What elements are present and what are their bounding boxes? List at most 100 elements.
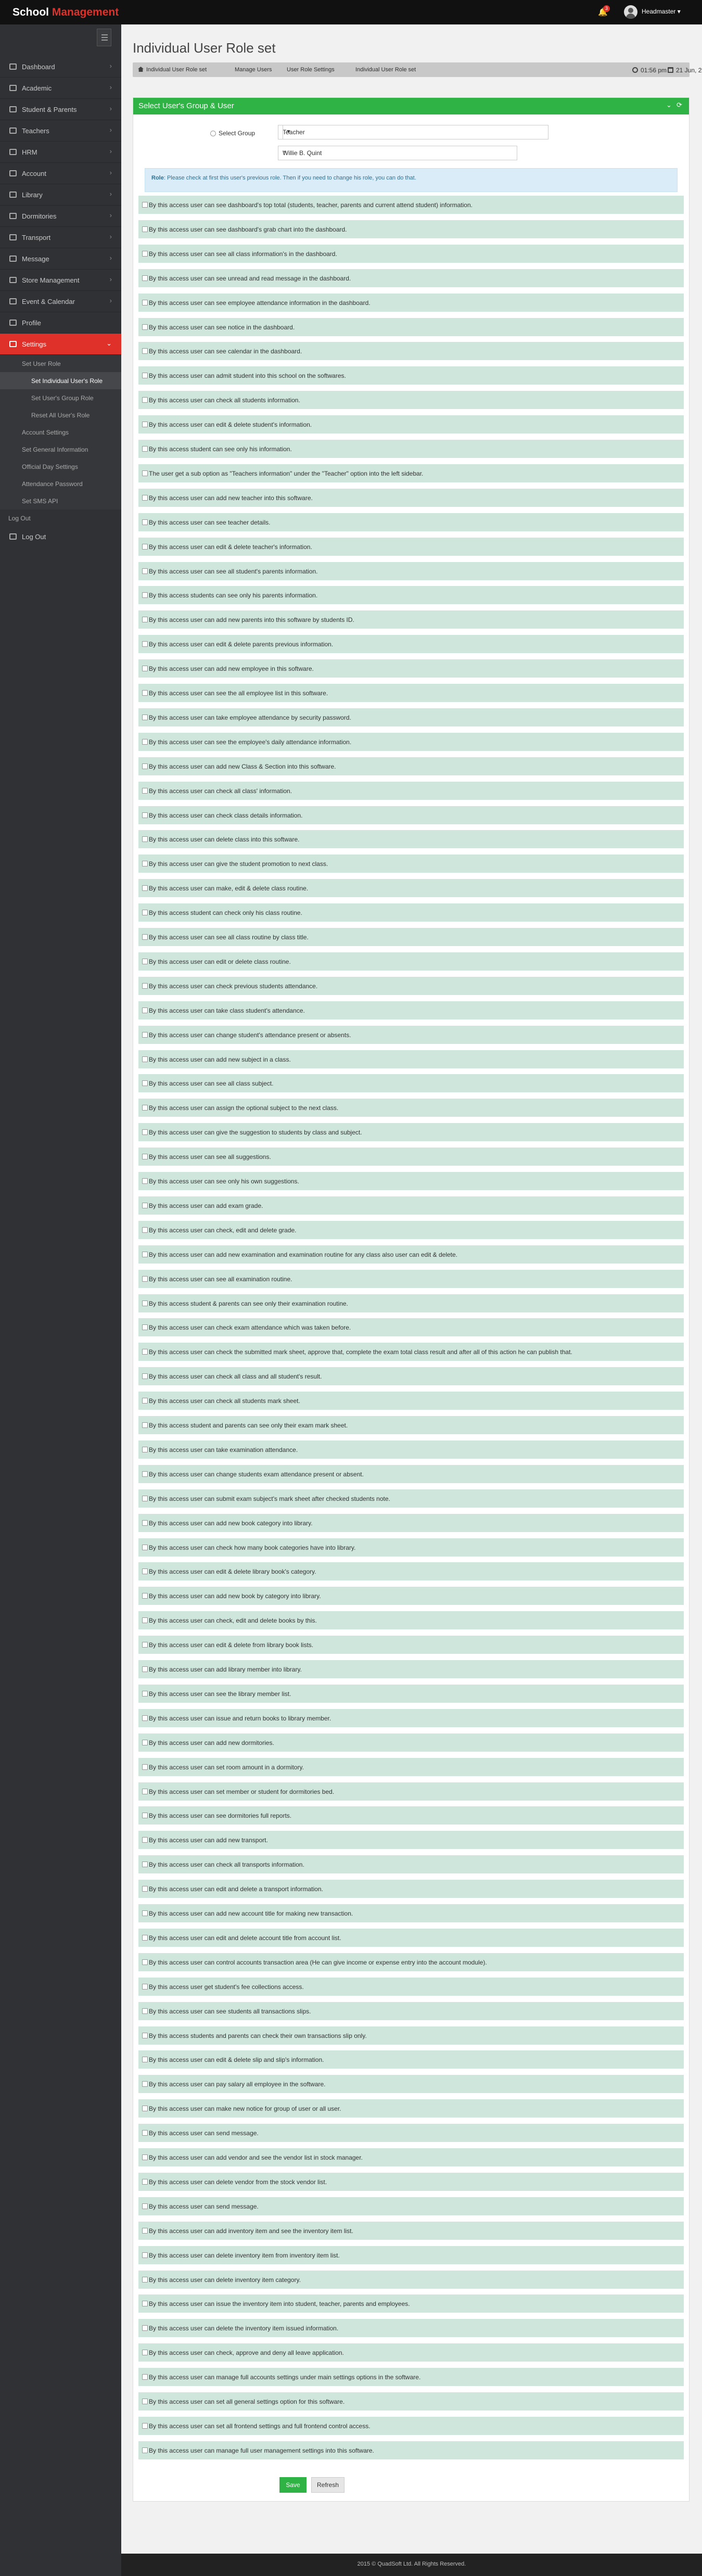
permission-checkbox[interactable] xyxy=(142,494,148,501)
collapse-icon[interactable]: ⌄ xyxy=(666,101,673,109)
permission-checkbox[interactable] xyxy=(142,690,148,696)
permission-checkbox[interactable] xyxy=(142,1910,148,1916)
permission-checkbox[interactable] xyxy=(142,519,148,525)
permission-checkbox[interactable] xyxy=(142,1007,148,1013)
permission-checkbox[interactable] xyxy=(142,1324,148,1331)
permission-checkbox[interactable] xyxy=(142,934,148,940)
breadcrumb-item[interactable]: User Role Settings xyxy=(287,67,335,73)
permission-checkbox[interactable] xyxy=(142,446,148,452)
sidebar-item-log-out[interactable]: Log Out xyxy=(0,527,121,546)
permission-checkbox[interactable] xyxy=(142,1544,148,1550)
permission-checkbox[interactable] xyxy=(142,202,148,208)
sidebar-subitem-set-individual-user-s-role[interactable]: Set Individual User's Role xyxy=(0,372,121,389)
sidebar-subitem-account-settings[interactable]: Account Settings xyxy=(0,424,121,441)
permission-checkbox[interactable] xyxy=(142,1080,148,1087)
permission-checkbox[interactable] xyxy=(142,2422,148,2429)
sidebar-item-student-parents[interactable]: Student & Parents › xyxy=(0,99,121,120)
permission-checkbox[interactable] xyxy=(142,836,148,843)
select-group-radio[interactable] xyxy=(210,131,216,136)
sidebar-item-library[interactable]: Library › xyxy=(0,184,121,206)
permission-checkbox[interactable] xyxy=(142,666,148,672)
permission-checkbox[interactable] xyxy=(142,1861,148,1868)
sidebar-item-hrm[interactable]: HRM › xyxy=(0,142,121,163)
sidebar-subitem-official-day-settings[interactable]: Official Day Settings xyxy=(0,458,121,475)
sidebar-subitem-set-user-role[interactable]: Set User Role xyxy=(0,355,121,372)
permission-checkbox[interactable] xyxy=(142,2081,148,2087)
permission-checkbox[interactable] xyxy=(142,2154,148,2160)
sidebar-item-transport[interactable]: Transport › xyxy=(0,227,121,248)
permission-checkbox[interactable] xyxy=(142,2350,148,2356)
permission-checkbox[interactable] xyxy=(142,1349,148,1355)
permission-checkbox[interactable] xyxy=(142,1715,148,1721)
permission-checkbox[interactable] xyxy=(142,2178,148,2185)
permission-checkbox[interactable] xyxy=(142,738,148,745)
sidebar-item-event-calendar[interactable]: Event & Calendar › xyxy=(0,291,121,312)
brand-logo[interactable]: School Management xyxy=(12,6,119,19)
sidebar-subitem-log-out[interactable]: Log Out xyxy=(8,515,31,522)
permission-checkbox[interactable] xyxy=(142,885,148,891)
permission-checkbox[interactable] xyxy=(142,2399,148,2404)
sidebar-item-profile[interactable]: Profile xyxy=(0,312,121,334)
permission-checkbox[interactable] xyxy=(142,1495,148,1501)
sidebar-subitem-set-user-s-group-role[interactable]: Set User's Group Role xyxy=(0,389,121,406)
permission-checkbox[interactable] xyxy=(142,543,148,550)
permission-checkbox[interactable] xyxy=(142,324,148,330)
permission-checkbox[interactable] xyxy=(142,1471,148,1477)
permission-checkbox[interactable] xyxy=(142,641,148,647)
reload-icon[interactable]: ⟳ xyxy=(677,101,684,109)
permission-checkbox[interactable] xyxy=(142,983,148,989)
sidebar-item-store-management[interactable]: Store Management › xyxy=(0,270,121,291)
group-select[interactable]: Teacher ▼ xyxy=(278,125,548,139)
user-select[interactable]: Willie B. Quint ▼ xyxy=(278,146,517,160)
notification-bell-icon[interactable]: 🔔 3 xyxy=(598,5,610,17)
permission-checkbox[interactable] xyxy=(142,1154,148,1160)
permission-checkbox[interactable] xyxy=(142,1056,148,1062)
permission-checkbox[interactable] xyxy=(142,1642,148,1648)
permission-checkbox[interactable] xyxy=(142,787,148,794)
permission-checkbox[interactable] xyxy=(142,592,148,598)
sidebar-item-teachers[interactable]: Teachers › xyxy=(0,120,121,142)
permission-checkbox[interactable] xyxy=(142,1568,148,1575)
permission-checkbox[interactable] xyxy=(142,2203,148,2209)
permission-checkbox[interactable] xyxy=(142,1422,148,1428)
sidebar-subitem-set-sms-api[interactable]: Set SMS API xyxy=(0,492,121,509)
permission-checkbox[interactable] xyxy=(142,1251,148,1257)
permission-checkbox[interactable] xyxy=(142,1617,148,1624)
permission-checkbox[interactable] xyxy=(142,2106,148,2112)
permission-checkbox[interactable] xyxy=(142,1031,148,1038)
permission-checkbox[interactable] xyxy=(142,1813,148,1819)
permission-checkbox[interactable] xyxy=(142,2130,148,2136)
permission-checkbox[interactable] xyxy=(142,1788,148,1794)
permission-checkbox[interactable] xyxy=(142,275,148,281)
permission-checkbox[interactable] xyxy=(142,1373,148,1380)
sidebar-subitem-set-general-information[interactable]: Set General Information xyxy=(0,441,121,458)
permission-checkbox[interactable] xyxy=(142,812,148,818)
permission-checkbox[interactable] xyxy=(142,2325,148,2331)
permission-checkbox[interactable] xyxy=(142,1178,148,1184)
permission-checkbox[interactable] xyxy=(142,1739,148,1745)
permission-checkbox[interactable] xyxy=(142,2301,148,2307)
save-button[interactable]: Save xyxy=(279,2477,307,2493)
permission-checkbox[interactable] xyxy=(142,250,148,257)
sidebar-subitem-attendance-password[interactable]: Attendance Password xyxy=(0,475,121,492)
permission-checkbox[interactable] xyxy=(142,1276,148,1282)
select-group-radio-wrap[interactable]: Select Group xyxy=(210,129,257,139)
permission-checkbox[interactable] xyxy=(142,373,148,379)
sidebar-item-academic[interactable]: Academic › xyxy=(0,78,121,99)
permission-checkbox[interactable] xyxy=(142,861,148,867)
permission-checkbox[interactable] xyxy=(142,1227,148,1233)
breadcrumb-item[interactable]: Manage Users xyxy=(235,67,272,73)
permission-checkbox[interactable] xyxy=(142,348,148,354)
permission-checkbox[interactable] xyxy=(142,617,148,623)
refresh-button[interactable]: Refresh xyxy=(311,2477,344,2493)
permission-checkbox[interactable] xyxy=(142,2227,148,2234)
breadcrumb-item[interactable]: Individual User Role set xyxy=(146,67,207,73)
permission-checkbox[interactable] xyxy=(142,958,148,964)
permission-checkbox[interactable] xyxy=(142,2276,148,2282)
permission-checkbox[interactable] xyxy=(142,1690,148,1697)
permission-checkbox[interactable] xyxy=(142,2032,148,2038)
permission-checkbox[interactable] xyxy=(142,1202,148,1208)
permission-checkbox[interactable] xyxy=(142,2057,148,2063)
permission-checkbox[interactable] xyxy=(142,1398,148,1404)
permission-checkbox[interactable] xyxy=(142,1300,148,1306)
